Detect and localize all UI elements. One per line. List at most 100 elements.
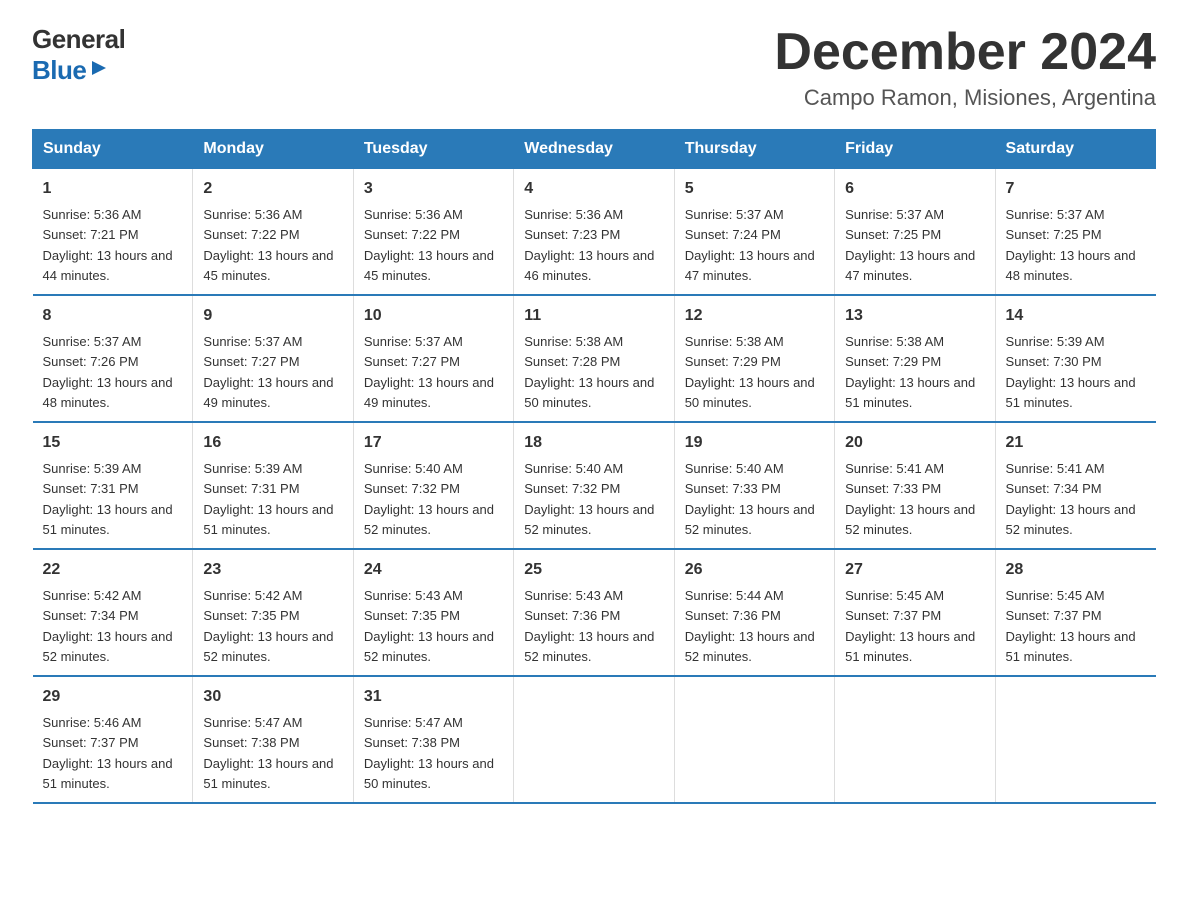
day-daylight: Daylight: 13 hours and 52 minutes.	[685, 502, 815, 537]
calendar-week-row: 29 Sunrise: 5:46 AM Sunset: 7:37 PM Dayl…	[33, 676, 1156, 803]
day-sunrise: Sunrise: 5:39 AM	[203, 461, 302, 476]
day-sunset: Sunset: 7:22 PM	[364, 227, 460, 242]
day-sunrise: Sunrise: 5:38 AM	[685, 334, 784, 349]
day-daylight: Daylight: 13 hours and 51 minutes.	[845, 375, 975, 410]
day-daylight: Daylight: 13 hours and 52 minutes.	[524, 502, 654, 537]
day-sunrise: Sunrise: 5:44 AM	[685, 588, 784, 603]
day-sunrise: Sunrise: 5:38 AM	[845, 334, 944, 349]
logo: General Blue	[32, 24, 125, 86]
day-sunset: Sunset: 7:21 PM	[43, 227, 139, 242]
day-sunset: Sunset: 7:32 PM	[364, 481, 460, 496]
day-daylight: Daylight: 13 hours and 45 minutes.	[203, 248, 333, 283]
day-sunset: Sunset: 7:36 PM	[685, 608, 781, 623]
day-sunrise: Sunrise: 5:41 AM	[845, 461, 944, 476]
day-number: 12	[685, 304, 824, 328]
header-saturday: Saturday	[995, 130, 1155, 169]
calendar-subtitle: Campo Ramon, Misiones, Argentina	[774, 85, 1156, 111]
day-sunrise: Sunrise: 5:37 AM	[845, 207, 944, 222]
day-number: 11	[524, 304, 663, 328]
calendar-day-cell: 24 Sunrise: 5:43 AM Sunset: 7:35 PM Dayl…	[353, 549, 513, 676]
day-daylight: Daylight: 13 hours and 52 minutes.	[1006, 502, 1136, 537]
day-sunrise: Sunrise: 5:39 AM	[43, 461, 142, 476]
calendar-day-cell	[514, 676, 674, 803]
day-sunrise: Sunrise: 5:37 AM	[1006, 207, 1105, 222]
calendar-day-cell: 21 Sunrise: 5:41 AM Sunset: 7:34 PM Dayl…	[995, 422, 1155, 549]
logo-text: General Blue	[32, 24, 125, 86]
day-number: 26	[685, 558, 824, 582]
day-sunset: Sunset: 7:22 PM	[203, 227, 299, 242]
calendar-day-cell: 4 Sunrise: 5:36 AM Sunset: 7:23 PM Dayli…	[514, 169, 674, 296]
day-sunrise: Sunrise: 5:36 AM	[524, 207, 623, 222]
day-sunset: Sunset: 7:35 PM	[364, 608, 460, 623]
day-daylight: Daylight: 13 hours and 51 minutes.	[43, 502, 173, 537]
day-sunset: Sunset: 7:26 PM	[43, 354, 139, 369]
calendar-day-cell: 12 Sunrise: 5:38 AM Sunset: 7:29 PM Dayl…	[674, 295, 834, 422]
day-sunset: Sunset: 7:31 PM	[43, 481, 139, 496]
day-daylight: Daylight: 13 hours and 52 minutes.	[43, 629, 173, 664]
calendar-header-row: Sunday Monday Tuesday Wednesday Thursday…	[33, 130, 1156, 169]
header-friday: Friday	[835, 130, 995, 169]
day-number: 9	[203, 304, 342, 328]
calendar-table: Sunday Monday Tuesday Wednesday Thursday…	[32, 129, 1156, 804]
day-sunset: Sunset: 7:25 PM	[845, 227, 941, 242]
day-number: 23	[203, 558, 342, 582]
day-number: 15	[43, 431, 183, 455]
calendar-day-cell: 16 Sunrise: 5:39 AM Sunset: 7:31 PM Dayl…	[193, 422, 353, 549]
calendar-day-cell: 14 Sunrise: 5:39 AM Sunset: 7:30 PM Dayl…	[995, 295, 1155, 422]
logo-arrow-icon	[88, 57, 110, 79]
title-block: December 2024 Campo Ramon, Misiones, Arg…	[774, 24, 1156, 111]
day-sunrise: Sunrise: 5:42 AM	[203, 588, 302, 603]
day-sunrise: Sunrise: 5:36 AM	[43, 207, 142, 222]
day-sunset: Sunset: 7:27 PM	[203, 354, 299, 369]
day-sunset: Sunset: 7:27 PM	[364, 354, 460, 369]
day-sunset: Sunset: 7:37 PM	[43, 735, 139, 750]
calendar-day-cell: 5 Sunrise: 5:37 AM Sunset: 7:24 PM Dayli…	[674, 169, 834, 296]
calendar-week-row: 22 Sunrise: 5:42 AM Sunset: 7:34 PM Dayl…	[33, 549, 1156, 676]
day-sunrise: Sunrise: 5:36 AM	[203, 207, 302, 222]
day-sunrise: Sunrise: 5:36 AM	[364, 207, 463, 222]
day-number: 6	[845, 177, 984, 201]
day-sunset: Sunset: 7:30 PM	[1006, 354, 1102, 369]
day-sunset: Sunset: 7:33 PM	[845, 481, 941, 496]
day-sunset: Sunset: 7:33 PM	[685, 481, 781, 496]
day-sunset: Sunset: 7:32 PM	[524, 481, 620, 496]
day-daylight: Daylight: 13 hours and 48 minutes.	[43, 375, 173, 410]
day-sunrise: Sunrise: 5:39 AM	[1006, 334, 1105, 349]
calendar-day-cell: 29 Sunrise: 5:46 AM Sunset: 7:37 PM Dayl…	[33, 676, 193, 803]
day-sunset: Sunset: 7:37 PM	[1006, 608, 1102, 623]
day-number: 31	[364, 685, 503, 709]
day-sunset: Sunset: 7:24 PM	[685, 227, 781, 242]
calendar-day-cell: 9 Sunrise: 5:37 AM Sunset: 7:27 PM Dayli…	[193, 295, 353, 422]
day-number: 30	[203, 685, 342, 709]
calendar-day-cell: 17 Sunrise: 5:40 AM Sunset: 7:32 PM Dayl…	[353, 422, 513, 549]
day-sunrise: Sunrise: 5:37 AM	[364, 334, 463, 349]
day-number: 27	[845, 558, 984, 582]
calendar-day-cell: 31 Sunrise: 5:47 AM Sunset: 7:38 PM Dayl…	[353, 676, 513, 803]
day-daylight: Daylight: 13 hours and 52 minutes.	[203, 629, 333, 664]
day-daylight: Daylight: 13 hours and 51 minutes.	[1006, 375, 1136, 410]
calendar-day-cell: 25 Sunrise: 5:43 AM Sunset: 7:36 PM Dayl…	[514, 549, 674, 676]
day-number: 24	[364, 558, 503, 582]
day-number: 14	[1006, 304, 1146, 328]
day-daylight: Daylight: 13 hours and 51 minutes.	[203, 756, 333, 791]
day-daylight: Daylight: 13 hours and 51 minutes.	[203, 502, 333, 537]
day-daylight: Daylight: 13 hours and 51 minutes.	[845, 629, 975, 664]
day-daylight: Daylight: 13 hours and 51 minutes.	[1006, 629, 1136, 664]
day-daylight: Daylight: 13 hours and 51 minutes.	[43, 756, 173, 791]
day-number: 3	[364, 177, 503, 201]
day-sunset: Sunset: 7:31 PM	[203, 481, 299, 496]
calendar-day-cell: 19 Sunrise: 5:40 AM Sunset: 7:33 PM Dayl…	[674, 422, 834, 549]
calendar-day-cell: 1 Sunrise: 5:36 AM Sunset: 7:21 PM Dayli…	[33, 169, 193, 296]
header-wednesday: Wednesday	[514, 130, 674, 169]
day-daylight: Daylight: 13 hours and 52 minutes.	[364, 629, 494, 664]
calendar-day-cell: 22 Sunrise: 5:42 AM Sunset: 7:34 PM Dayl…	[33, 549, 193, 676]
header-tuesday: Tuesday	[353, 130, 513, 169]
day-sunrise: Sunrise: 5:46 AM	[43, 715, 142, 730]
day-number: 20	[845, 431, 984, 455]
calendar-day-cell: 3 Sunrise: 5:36 AM Sunset: 7:22 PM Dayli…	[353, 169, 513, 296]
day-sunset: Sunset: 7:36 PM	[524, 608, 620, 623]
day-sunrise: Sunrise: 5:40 AM	[364, 461, 463, 476]
day-daylight: Daylight: 13 hours and 52 minutes.	[524, 629, 654, 664]
day-sunrise: Sunrise: 5:37 AM	[203, 334, 302, 349]
calendar-day-cell: 7 Sunrise: 5:37 AM Sunset: 7:25 PM Dayli…	[995, 169, 1155, 296]
